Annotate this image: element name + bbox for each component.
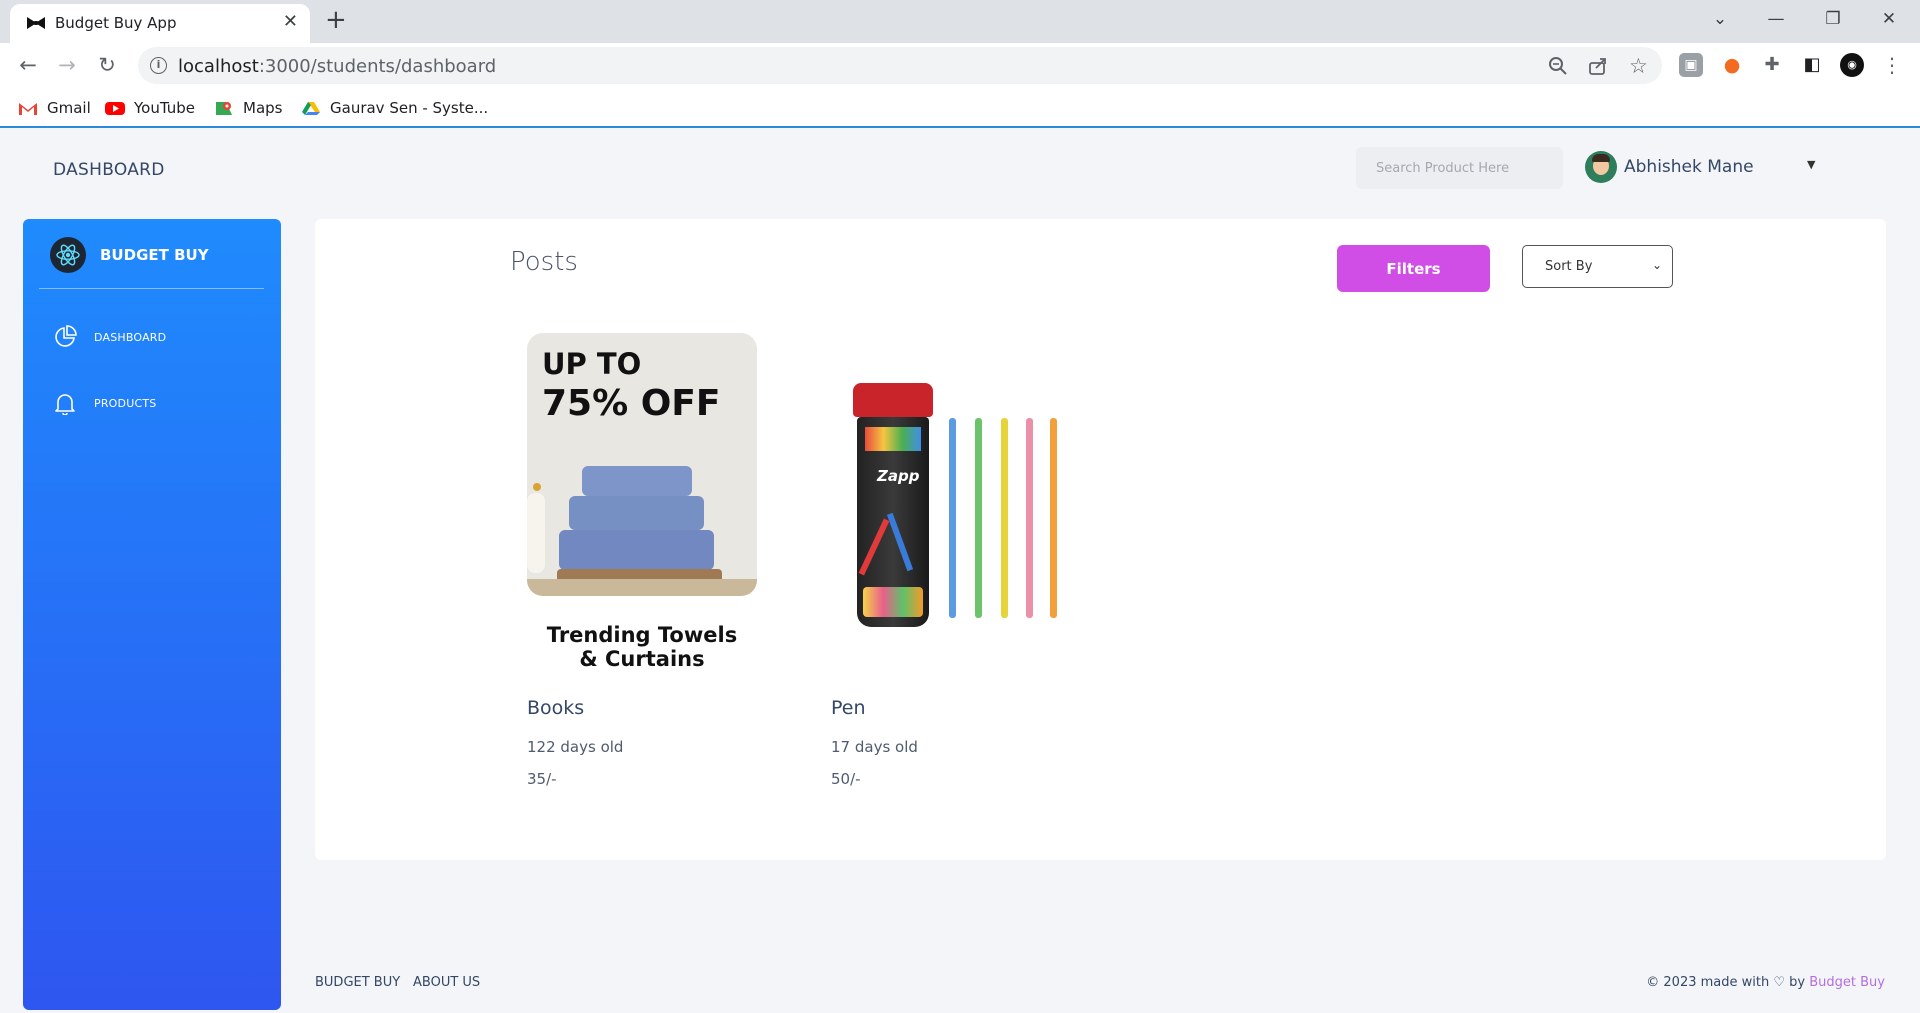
- jar-label: Zapp: [877, 467, 920, 485]
- blue-pen: [949, 418, 956, 618]
- footer-link-budget-buy[interactable]: BUDGET BUY: [315, 975, 400, 990]
- maps-icon: [216, 101, 232, 115]
- forward-icon[interactable]: →: [53, 51, 81, 79]
- site-info-icon[interactable]: i: [150, 57, 167, 74]
- back-icon[interactable]: ←: [14, 51, 42, 79]
- browser-tab[interactable]: Budget Buy App ✕: [10, 4, 310, 43]
- brand[interactable]: BUDGET BUY: [50, 237, 209, 273]
- sidebar: BUDGET BUY DASHBOARD PRODUCTS: [23, 219, 281, 1010]
- sidebar-item-label: PRODUCTS: [94, 396, 157, 410]
- brand-name: BUDGET BUY: [100, 246, 209, 264]
- footer-credit: © 2023 made with ♡ by Budget Buy: [1646, 975, 1885, 990]
- pen-jar-image: Zapp: [853, 383, 933, 633]
- product-age: 17 days old: [831, 738, 918, 756]
- tab-close-icon[interactable]: ✕: [283, 12, 298, 32]
- minimize-icon[interactable]: —: [1764, 8, 1788, 30]
- zoom-icon[interactable]: [1548, 56, 1568, 76]
- orange-pen: [1050, 418, 1057, 618]
- filters-button[interactable]: Filters: [1337, 245, 1490, 292]
- pink-pen: [1026, 418, 1033, 618]
- url-text[interactable]: localhost:3000/students/dashboard: [178, 56, 496, 77]
- bookmark-gaurav-sen[interactable]: Gaurav Sen - Syste...: [301, 97, 488, 119]
- side-panel-icon[interactable]: ◧: [1800, 53, 1824, 77]
- user-name: Abhishek Mane: [1624, 157, 1754, 177]
- extension-fox-icon[interactable]: ●: [1720, 53, 1744, 77]
- sort-select[interactable]: Sort By ⌄: [1522, 245, 1673, 288]
- posts-title: Posts: [510, 247, 578, 277]
- bookmark-gmail[interactable]: Gmail: [18, 97, 91, 119]
- search-input[interactable]: [1356, 147, 1563, 189]
- footer-link-about-us[interactable]: ABOUT US: [413, 975, 480, 990]
- product-card[interactable]: Zapp Pen 17 days old 50/-: [831, 333, 1081, 788]
- yellow-pen: [1001, 418, 1008, 618]
- bookmark-star-icon[interactable]: ☆: [1629, 56, 1648, 77]
- chevron-down-icon: ⌄: [1651, 258, 1662, 272]
- youtube-icon: [105, 101, 125, 115]
- product-name: Books: [527, 697, 585, 719]
- sort-select-label: Sort By: [1545, 259, 1593, 274]
- restore-icon[interactable]: ❐: [1821, 8, 1845, 30]
- posts-card: Posts Filters Sort By ⌄ UP TO 75% OFF Tr…: [315, 219, 1886, 860]
- bookmark-maps[interactable]: Maps: [214, 97, 282, 119]
- new-tab-icon[interactable]: +: [325, 6, 347, 34]
- caret-down-icon[interactable]: ▼: [1807, 158, 1815, 171]
- menu-kebab-icon[interactable]: ⋮: [1880, 53, 1904, 77]
- heart-icon: ♡: [1773, 975, 1786, 990]
- bowtie-favicon-icon: [27, 17, 45, 29]
- bell-icon: [55, 394, 75, 415]
- product-price: 35/-: [527, 770, 557, 788]
- extensions-puzzle-icon[interactable]: ✚: [1760, 53, 1784, 77]
- profile-avatar-icon[interactable]: ◉: [1840, 53, 1864, 77]
- google-drive-icon: [302, 101, 320, 115]
- address-bar[interactable]: i localhost:3000/students/dashboard ☆: [138, 47, 1662, 84]
- product-name: Pen: [831, 697, 866, 719]
- react-logo-icon: [50, 237, 86, 273]
- page-title: DASHBOARD: [53, 160, 165, 180]
- reload-icon[interactable]: ↻: [93, 51, 121, 79]
- product-price: 50/-: [831, 770, 861, 788]
- sidebar-divider: [39, 288, 264, 289]
- sidebar-item-dashboard[interactable]: DASHBOARD: [53, 325, 166, 349]
- user-menu[interactable]: Abhishek Mane: [1585, 151, 1754, 183]
- browser-tab-bar: Budget Buy App ✕ + ⌄ — ❐ ✕: [0, 0, 1920, 43]
- product-image: Zapp: [831, 333, 1061, 627]
- pie-chart-icon: [55, 325, 77, 347]
- ad-headline-2: 75% OFF: [542, 383, 721, 424]
- green-pen: [975, 418, 982, 618]
- extension-profile-icon[interactable]: ▣: [1679, 53, 1703, 77]
- tab-search-icon[interactable]: ⌄: [1708, 8, 1732, 30]
- bookmark-youtube[interactable]: YouTube: [105, 97, 195, 119]
- avatar: [1585, 151, 1617, 183]
- gmail-icon: [19, 102, 37, 115]
- product-image: UP TO 75% OFF Trending Towels & Curtains: [527, 333, 757, 671]
- tab-title: Budget Buy App: [55, 14, 177, 32]
- product-age: 122 days old: [527, 738, 624, 756]
- ad-headline-1: UP TO: [542, 347, 642, 381]
- bookmarks-bar: Gmail YouTube Maps Gaurav Sen - Syste...: [0, 88, 1920, 128]
- sidebar-item-products[interactable]: PRODUCTS: [53, 391, 156, 415]
- ad-caption: Trending Towels & Curtains: [546, 623, 738, 671]
- share-icon[interactable]: [1588, 56, 1608, 76]
- towel-sale-image: UP TO 75% OFF: [527, 333, 757, 596]
- sidebar-item-label: DASHBOARD: [94, 330, 167, 344]
- browser-toolbar: ← → ↻ i localhost:3000/students/dashboar…: [0, 43, 1920, 88]
- footer-brand-link[interactable]: Budget Buy: [1809, 975, 1885, 990]
- close-window-icon[interactable]: ✕: [1877, 8, 1901, 30]
- product-card[interactable]: UP TO 75% OFF Trending Towels & Curtains…: [527, 333, 777, 788]
